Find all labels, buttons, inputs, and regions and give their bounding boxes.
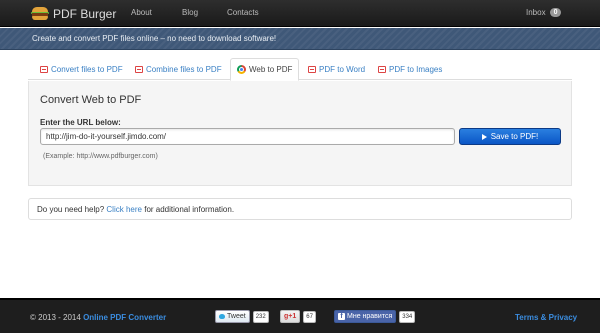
facebook-like-button[interactable]: f Мне нравится [334,310,397,323]
facebook-like-count: 334 [399,310,416,323]
google-plus-count: 67 [303,310,316,323]
brand-logo-link[interactable]: PDF Burger [31,5,117,22]
tweet-share: Tweet 232 [215,310,269,323]
tab-pdf-to-word[interactable]: PDF to Word [302,58,371,80]
google-plus-button[interactable]: g+1 [280,310,301,323]
converter-tabs: Convert files to PDF Combine files to PD… [28,58,572,81]
tab-convert-files-to-pdf[interactable]: Convert files to PDF [34,58,129,80]
copyright-years: © 2013 - 2014 [30,313,81,322]
tab-pdf-to-images[interactable]: PDF to Images [372,58,448,80]
burger-icon [31,7,49,20]
nav-contacts-link[interactable]: Contacts [227,8,259,17]
pdf-file-icon [308,65,316,73]
help-click-here-link[interactable]: Click here [106,205,142,214]
pdf-file-icon [40,65,48,73]
help-box: Do you need help? Click here for additio… [28,198,572,220]
inbox-link[interactable]: Inbox 0 [526,8,562,17]
brand-name: PDF Burger [53,6,117,21]
help-text: Do you need help? Click here for additio… [37,205,234,214]
facebook-like-label: Мне нравится [347,313,393,320]
terms-privacy-link[interactable]: Terms & Privacy [515,313,577,322]
url-example-hint: (Example: http://www.pdfburger.com) [43,153,158,160]
play-icon [481,133,487,140]
tab-web-to-pdf[interactable]: Web to PDF [230,58,300,81]
tab-label: Web to PDF [249,65,293,74]
nav-about-link[interactable]: About [131,8,152,17]
facebook-icon: f [338,313,345,320]
top-navbar: PDF Burger About Blog Contacts Inbox 0 [0,0,600,27]
inbox-label: Inbox [526,8,546,17]
tab-combine-files-to-pdf[interactable]: Combine files to PDF [129,58,228,80]
help-prefix: Do you need help? [37,205,105,214]
tweet-label: Tweet [227,313,246,320]
tagline-text: Create and convert PDF files online – no… [32,34,277,43]
url-input[interactable] [40,128,455,145]
nav-blog-link[interactable]: Blog [182,8,198,17]
panel-title: Convert Web to PDF [40,94,142,106]
save-button-label: Save to PDF! [490,132,539,141]
tab-label: Convert files to PDF [51,64,123,74]
tagline-bar: Create and convert PDF files online – no… [0,28,600,50]
facebook-share: f Мне нравится 334 [334,310,416,323]
online-pdf-converter-link[interactable]: Online PDF Converter [83,313,166,322]
tweet-count: 232 [252,310,269,323]
pdf-file-icon [135,65,143,73]
save-to-pdf-button[interactable]: Save to PDF! [459,128,561,145]
gplus-share: g+1 67 [280,310,316,323]
tab-label: PDF to Word [319,64,366,74]
twitter-bird-icon [219,314,225,319]
copyright-text: © 2013 - 2014 Online PDF Converter [30,313,166,322]
tweet-button[interactable]: Tweet [215,310,250,323]
google-plus-label: g+1 [284,313,297,320]
page-footer: © 2013 - 2014 Online PDF Converter Tweet… [0,298,600,333]
chrome-icon [237,65,246,74]
help-suffix: for additional information. [144,205,235,214]
tab-label: Combine files to PDF [146,64,222,74]
tab-label: PDF to Images [389,64,443,74]
inbox-count-badge: 0 [549,8,562,17]
pdf-file-icon [378,65,386,73]
web-to-pdf-panel: Convert Web to PDF Enter the URL below: … [28,81,572,186]
url-label: Enter the URL below: [40,118,121,127]
